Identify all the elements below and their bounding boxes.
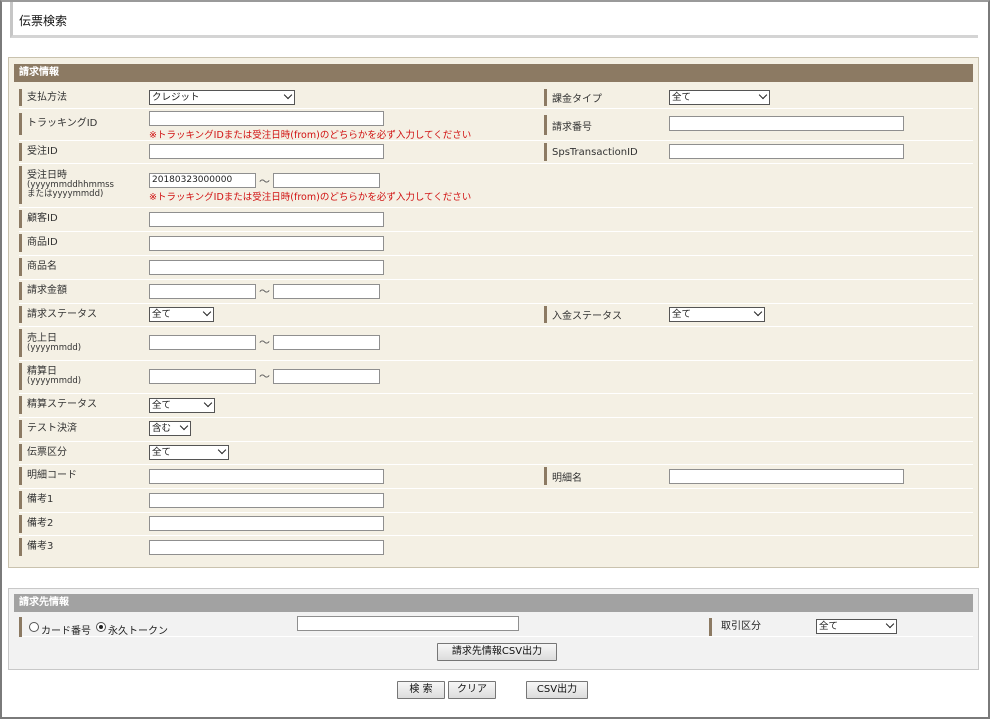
- row-divider: [19, 326, 973, 327]
- row-divider: [19, 303, 973, 304]
- row-divider: [19, 417, 973, 418]
- row-divider: [19, 360, 973, 361]
- tracking-id-label: トラッキングID: [19, 113, 137, 135]
- billing-destination-csv-button[interactable]: 請求先情報CSV出力: [437, 643, 557, 661]
- remarks1-label: 備考1: [19, 491, 137, 509]
- chevron-down-icon: [202, 307, 212, 317]
- chevron-down-icon: [217, 445, 227, 455]
- row-divider: [19, 488, 973, 489]
- payment-method-label: 支払方法: [19, 89, 137, 106]
- csv-output-button[interactable]: CSV出力: [526, 681, 588, 699]
- remarks1-input[interactable]: [149, 493, 384, 508]
- order-id-input[interactable]: [149, 144, 384, 159]
- page-title: 伝票検索: [19, 14, 68, 28]
- order-datetime-to-input[interactable]: [273, 173, 380, 188]
- charge-type-label: 課金タイプ: [544, 89, 654, 106]
- billing-amount-to-input[interactable]: [273, 284, 380, 299]
- remarks3-input[interactable]: [149, 540, 384, 555]
- clear-button[interactable]: クリア: [448, 681, 496, 699]
- test-payment-label: テスト決済: [19, 420, 137, 438]
- transaction-category-select[interactable]: 全て: [816, 619, 897, 634]
- range-tilde: ～: [259, 175, 270, 188]
- sales-date-label: 売上日 (yyyymmdd): [19, 329, 137, 357]
- order-datetime-from-input[interactable]: 20180323000000: [149, 173, 256, 188]
- tracking-id-input[interactable]: [149, 111, 384, 126]
- payment-method-select[interactable]: クレジット: [149, 90, 295, 105]
- range-tilde: ～: [259, 285, 270, 298]
- order-datetime-label: 受注日時 (yyyymmddhhmmss またはyyyymmdd): [19, 166, 137, 204]
- billing-status-select[interactable]: 全て: [149, 307, 214, 322]
- billing-amount-from-input[interactable]: [149, 284, 256, 299]
- sales-date-to-input[interactable]: [273, 335, 380, 350]
- settlement-date-to-input[interactable]: [273, 369, 380, 384]
- product-name-input[interactable]: [149, 260, 384, 275]
- payment-status-label: 入金ステータス: [544, 306, 654, 323]
- detail-code-input[interactable]: [149, 469, 384, 484]
- row-divider: [19, 207, 973, 208]
- row-divider: [19, 464, 973, 465]
- range-tilde: ～: [259, 336, 270, 349]
- settlement-date-from-input[interactable]: [149, 369, 256, 384]
- sales-date-from-input[interactable]: [149, 335, 256, 350]
- tracking-id-warning: ※トラッキングIDまたは受注日時(from)のどちらかを必ず入力してください: [149, 130, 472, 141]
- billing-destination-header: 請求先情報: [14, 594, 973, 612]
- billing-status-label: 請求ステータス: [19, 306, 137, 323]
- detail-code-label: 明細コード: [19, 467, 137, 485]
- payment-status-select[interactable]: 全て: [669, 307, 765, 322]
- chevron-down-icon: [753, 307, 763, 317]
- row-divider: [19, 512, 973, 513]
- permanent-token-radio[interactable]: [96, 622, 106, 632]
- chevron-down-icon: [885, 619, 895, 629]
- product-name-label: 商品名: [19, 258, 137, 276]
- settlement-date-label: 精算日 (yyyymmdd): [19, 363, 137, 390]
- test-payment-select[interactable]: 含む: [149, 421, 191, 436]
- row-divider: [19, 231, 973, 232]
- row-divider: [19, 255, 973, 256]
- chevron-down-icon: [758, 90, 768, 100]
- settlement-status-label: 精算ステータス: [19, 396, 137, 414]
- billing-destination-panel: 請求先情報 カード番号 永久トークン 取引区分 全て 請求先情報CSV出力: [8, 588, 979, 670]
- billing-info-panel: 請求情報 支払方法 クレジット 課金タイプ 全て トラッキングID ※トラッキン…: [8, 57, 979, 568]
- slip-type-label: 伝票区分: [19, 444, 137, 461]
- row-divider: [19, 163, 973, 164]
- row-divider: [19, 393, 973, 394]
- product-id-label: 商品ID: [19, 234, 137, 252]
- product-id-input[interactable]: [149, 236, 384, 251]
- billing-number-input[interactable]: [669, 116, 904, 131]
- chevron-down-icon: [203, 398, 213, 408]
- sps-transaction-id-input[interactable]: [669, 144, 904, 159]
- charge-type-select[interactable]: 全て: [669, 90, 770, 105]
- customer-id-input[interactable]: [149, 212, 384, 227]
- card-number-radio-label: カード番号: [41, 626, 91, 637]
- remarks2-label: 備考2: [19, 515, 137, 533]
- detail-name-input[interactable]: [669, 469, 904, 484]
- billing-number-label: 請求番号: [544, 115, 654, 135]
- order-id-label: 受注ID: [19, 143, 137, 161]
- customer-id-label: 顧客ID: [19, 210, 137, 228]
- remarks2-input[interactable]: [149, 516, 384, 531]
- billing-amount-label: 請求金額: [19, 282, 137, 300]
- row-divider: [19, 441, 973, 442]
- card-number-radio[interactable]: [29, 622, 39, 632]
- order-datetime-warning: ※トラッキングIDまたは受注日時(from)のどちらかを必ず入力してください: [149, 192, 472, 203]
- settlement-status-select[interactable]: 全て: [149, 398, 215, 413]
- remarks3-label: 備考3: [19, 538, 137, 556]
- slip-type-select[interactable]: 全て: [149, 445, 229, 460]
- billing-info-header: 請求情報: [14, 64, 973, 82]
- permanent-token-radio-label: 永久トークン: [108, 626, 168, 637]
- search-button[interactable]: 検 索: [397, 681, 445, 699]
- row-divider: [19, 279, 973, 280]
- chevron-down-icon: [283, 90, 293, 100]
- range-tilde: ～: [259, 370, 270, 383]
- row-divider: [19, 108, 973, 109]
- sps-transaction-id-label: SpsTransactionID: [544, 143, 654, 161]
- transaction-category-label: 取引区分: [709, 618, 761, 636]
- page-title-bar: 伝票検索: [10, 2, 978, 38]
- detail-name-label: 明細名: [544, 467, 654, 485]
- chevron-down-icon: [179, 421, 189, 431]
- row-divider: [19, 535, 973, 536]
- billing-destination-input[interactable]: [297, 616, 519, 631]
